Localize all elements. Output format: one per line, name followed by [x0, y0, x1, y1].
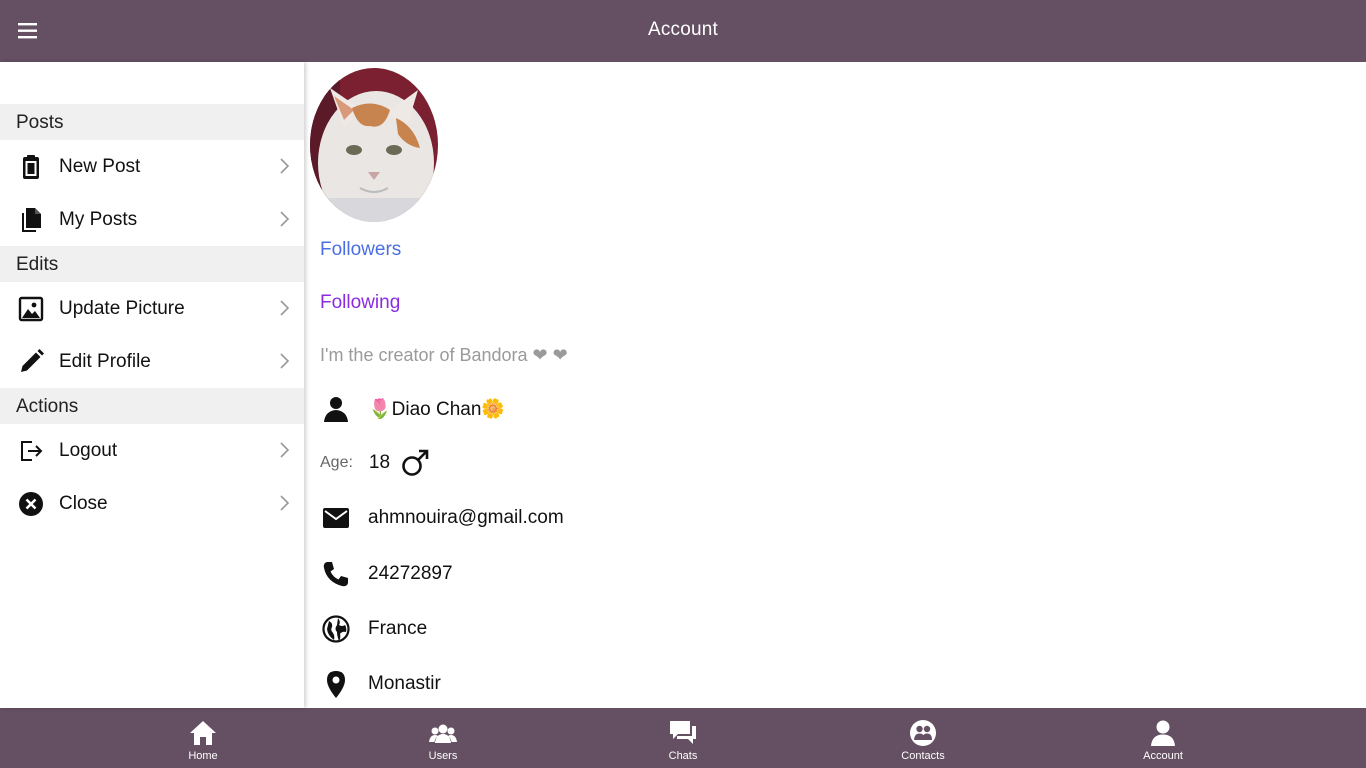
- city-row: Monastir: [320, 666, 441, 702]
- sidebar-item-my-posts[interactable]: My Posts: [0, 193, 304, 246]
- sidebar-item-label: Logout: [59, 439, 118, 461]
- sidebar-item-label: Update Picture: [59, 297, 185, 319]
- country-row: France: [320, 611, 427, 647]
- sidebar-item-logout[interactable]: Logout: [0, 424, 304, 477]
- section-header-posts: Posts: [0, 104, 304, 140]
- sidebar-item-update-picture[interactable]: Update Picture: [0, 282, 304, 335]
- chevron-right-icon: [280, 442, 290, 458]
- tab-label: Home: [188, 750, 218, 762]
- tab-label: Contacts: [901, 750, 945, 762]
- profile-email: ahmnouira@gmail.com: [368, 507, 564, 528]
- profile-phone: 24272897: [368, 563, 453, 584]
- age-label: Age:: [320, 454, 353, 471]
- sidebar-item-label: My Posts: [59, 208, 138, 230]
- following-link[interactable]: Following: [320, 292, 400, 314]
- page-title: Account: [647, 19, 719, 40]
- person-icon: [320, 393, 352, 425]
- bottom-tab-bar: Home Users Chats Contacts Account: [0, 708, 1366, 768]
- chevron-right-icon: [280, 158, 290, 174]
- chevron-right-icon: [280, 495, 290, 511]
- profile-country: France: [368, 618, 428, 639]
- profile-bio: I'm the creator of Bandora ❤ ❤: [320, 345, 568, 365]
- sidebar-item-label: Edit Profile: [59, 350, 151, 372]
- image-icon: [16, 294, 46, 324]
- sidebar-item-edit-profile[interactable]: Edit Profile: [0, 335, 304, 388]
- close-circle-icon: [16, 489, 46, 519]
- sidebar-item-label: New Post: [59, 155, 141, 177]
- chats-icon: [670, 721, 696, 744]
- tab-label: Chats: [668, 750, 698, 762]
- documents-icon: [16, 205, 46, 235]
- profile-city: Monastir: [368, 673, 441, 694]
- email-row: ahmnouira@gmail.com: [320, 500, 564, 536]
- users-icon: [429, 724, 457, 743]
- globe-icon: [320, 613, 352, 645]
- age-row: Age: 18: [320, 445, 430, 481]
- phone-icon: [320, 558, 352, 590]
- tab-label: Account: [1143, 750, 1183, 762]
- tab-label: Users: [428, 750, 458, 762]
- profile-content: Followers Following I'm the creator of B…: [304, 62, 1366, 708]
- location-pin-icon: [320, 668, 352, 700]
- chevron-right-icon: [280, 300, 290, 316]
- male-icon: [402, 449, 429, 476]
- home-icon: [190, 721, 216, 745]
- profile-name: 🌷Diao Chan🌼: [368, 399, 506, 420]
- tab-home[interactable]: Home: [163, 708, 243, 768]
- age-value: 18: [368, 452, 391, 473]
- chevron-right-icon: [280, 211, 290, 227]
- contacts-icon: [910, 720, 936, 746]
- sidebar-item-label: Close: [59, 492, 108, 514]
- top-app-bar: Account: [0, 0, 1366, 62]
- followers-link[interactable]: Followers: [320, 239, 401, 261]
- chevron-right-icon: [280, 353, 290, 369]
- tab-account[interactable]: Account: [1123, 708, 1203, 768]
- pencil-icon: [16, 347, 46, 377]
- name-row: 🌷Diao Chan🌼: [320, 391, 505, 427]
- profile-picture[interactable]: [310, 68, 438, 222]
- side-menu: Posts New Post My Posts Edits Update Pic…: [0, 62, 304, 708]
- logout-icon: [16, 436, 46, 466]
- sidebar-item-close[interactable]: Close: [0, 477, 304, 530]
- section-header-actions: Actions: [0, 388, 304, 424]
- sidebar-item-new-post[interactable]: New Post: [0, 140, 304, 193]
- phone-row: 24272897: [320, 556, 453, 592]
- account-icon: [1151, 720, 1175, 746]
- section-header-edits: Edits: [0, 246, 304, 282]
- tab-users[interactable]: Users: [403, 708, 483, 768]
- clipboard-icon: [16, 152, 46, 182]
- mail-icon: [320, 502, 352, 534]
- tab-chats[interactable]: Chats: [643, 708, 723, 768]
- tab-contacts[interactable]: Contacts: [883, 708, 963, 768]
